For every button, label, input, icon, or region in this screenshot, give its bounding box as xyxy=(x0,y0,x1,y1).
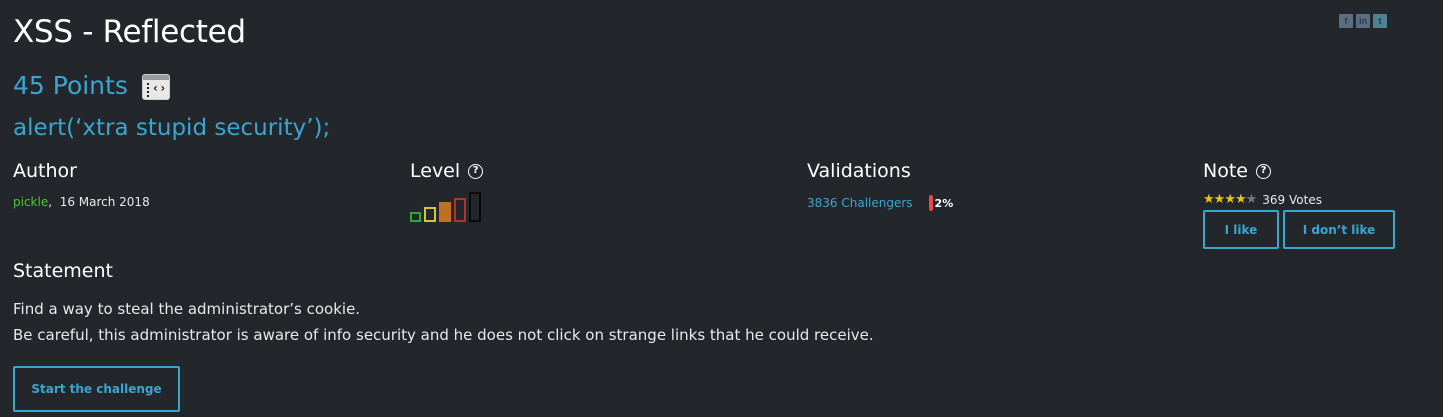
page-title: XSS - Reflected xyxy=(13,14,246,50)
star-icon: ★ xyxy=(1213,192,1226,207)
validations-section: Validations 3836 Challengers 2% xyxy=(807,160,953,211)
help-icon[interactable]: ? xyxy=(468,163,484,179)
facebook-icon[interactable]: f xyxy=(1339,14,1353,28)
difficulty-bar-1 xyxy=(410,212,421,222)
validation-percent: 2% xyxy=(928,195,954,211)
star-icon: ★ xyxy=(1203,192,1215,207)
percent-label: 2% xyxy=(934,196,954,210)
statement-heading: Statement xyxy=(13,260,113,282)
challengers-link[interactable]: 3836 Challengers xyxy=(807,196,913,210)
share-links: f in t xyxy=(1339,14,1387,28)
statement-line: Be careful, this administrator is aware … xyxy=(13,326,874,344)
author-section: Author pickle, 16 March 2018 xyxy=(13,160,150,209)
star-icon: ★ xyxy=(1224,192,1236,207)
star-empty-icon: ★ xyxy=(1245,192,1258,207)
percent-bar xyxy=(928,195,933,211)
challenge-points: 45 Points xyxy=(13,70,128,100)
help-icon[interactable]: ? xyxy=(1255,163,1271,179)
vote-count: 369 Votes xyxy=(1262,192,1322,207)
publish-date: 16 March 2018 xyxy=(59,195,150,209)
linkedin-icon[interactable]: in xyxy=(1356,14,1370,28)
difficulty-bars xyxy=(410,192,483,222)
note-section: Note ? ★★★★★ 369 Votes I like I don’t li… xyxy=(1203,160,1395,249)
challenge-subtitle: alert(‘xtra stupid security’); xyxy=(13,115,331,141)
statement-text: Find a way to steal the administrator’s … xyxy=(13,296,874,348)
twitter-icon[interactable]: t xyxy=(1373,14,1387,28)
level-section: Level ? xyxy=(410,160,484,222)
points-row: 45 Points ‹› xyxy=(13,70,170,100)
statement-line: Find a way to steal the administrator’s … xyxy=(13,300,361,318)
web-client-icon[interactable]: ‹› xyxy=(141,74,170,100)
difficulty-bar-3 xyxy=(439,202,451,222)
author-name-link[interactable]: pickle xyxy=(13,195,48,209)
note-heading: Note ? xyxy=(1203,160,1395,182)
start-challenge-button[interactable]: Start the challenge xyxy=(13,366,180,412)
author-heading: Author xyxy=(13,160,77,182)
author-separator: , xyxy=(48,195,53,209)
like-button[interactable]: I like xyxy=(1203,210,1279,249)
rating-stars: ★★★★★ xyxy=(1203,192,1258,207)
difficulty-bar-5 xyxy=(469,192,481,222)
validations-heading: Validations xyxy=(807,160,911,182)
level-heading: Level ? xyxy=(410,160,484,182)
star-icon: ★ xyxy=(1234,192,1247,207)
dislike-button[interactable]: I don’t like xyxy=(1283,210,1395,249)
difficulty-bar-4 xyxy=(454,198,466,222)
difficulty-bar-2 xyxy=(424,207,436,222)
